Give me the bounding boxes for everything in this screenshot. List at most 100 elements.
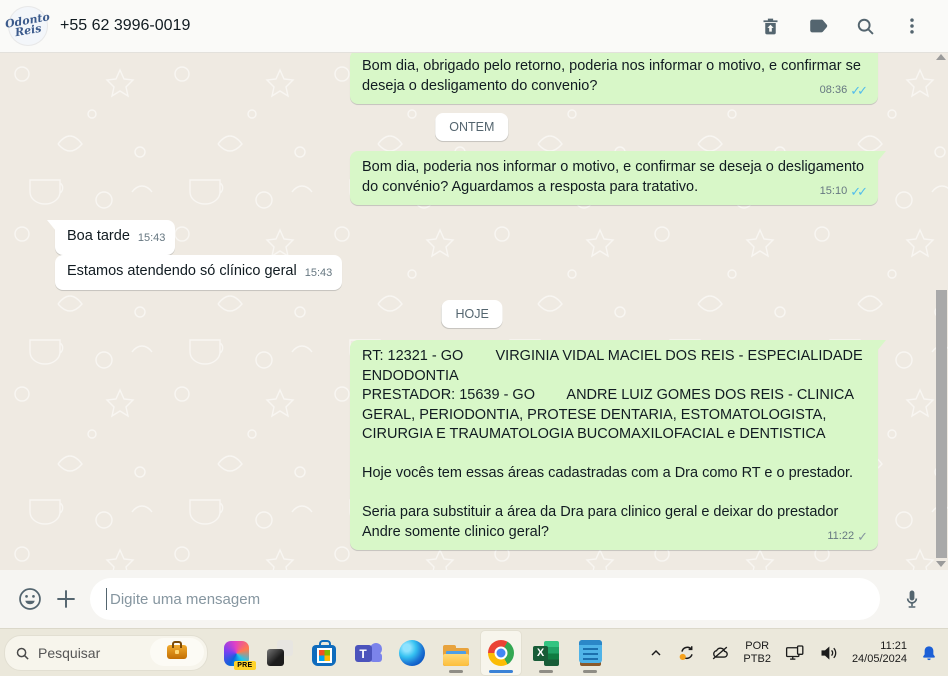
read-double-check-icon: ✓✓ bbox=[850, 82, 868, 98]
message-time: 15:10 bbox=[819, 184, 848, 197]
message-text: Bom dia, obrigado pelo retorno, poderia … bbox=[362, 58, 865, 94]
microphone-icon[interactable] bbox=[894, 581, 930, 617]
notepad-logo bbox=[578, 640, 602, 666]
message-text: Bom dia, poderia nos informar o motivo, … bbox=[362, 159, 869, 195]
message-input[interactable] bbox=[90, 578, 880, 620]
onedrive-offline-icon[interactable] bbox=[710, 643, 730, 663]
sync-pending-icon[interactable] bbox=[677, 643, 697, 663]
language-line2: PTB2 bbox=[743, 653, 771, 665]
language-indicator[interactable]: POR PTB2 bbox=[743, 640, 771, 666]
notification-bell-icon[interactable] bbox=[920, 644, 938, 663]
notepad-binding bbox=[578, 640, 602, 645]
notepad-lines bbox=[582, 648, 598, 660]
text-caret bbox=[106, 588, 107, 610]
task-view-front-square bbox=[267, 649, 284, 666]
excel-logo: X bbox=[533, 640, 559, 666]
tray-date: 24/05/2024 bbox=[851, 653, 907, 665]
message-text: Estamos atendendo só clínico geral bbox=[67, 263, 297, 279]
running-indicator bbox=[449, 670, 463, 673]
header-actions bbox=[760, 15, 948, 37]
message-time: 15:43 bbox=[137, 232, 166, 244]
date-divider-yesterday: ONTEM bbox=[435, 113, 509, 141]
whatsapp-desktop-window: Odonto Reis +55 62 3996-0019 Bom dia, ob… bbox=[0, 0, 948, 676]
message-list: Bom dia, obrigado pelo retorno, poderia … bbox=[0, 52, 948, 570]
read-double-check-icon: ✓✓ bbox=[850, 183, 868, 199]
language-line1: POR bbox=[745, 640, 770, 652]
briefcase-icon bbox=[167, 641, 187, 659]
clock-date[interactable]: 11:21 24/05/2024 bbox=[852, 640, 907, 666]
message-text: RT: 12321 - GO VIRGINIA VIDAL MACIEL DOS… bbox=[362, 348, 863, 540]
folder-logo bbox=[443, 644, 469, 666]
store-bag bbox=[312, 640, 336, 666]
active-running-indicator bbox=[489, 670, 513, 673]
message-time: 11:22 bbox=[827, 529, 855, 542]
message-composer bbox=[0, 570, 948, 629]
message-time: 08:36 bbox=[819, 83, 848, 96]
cast-display-icon[interactable] bbox=[784, 643, 805, 663]
taskbar-apps: PRE T X bbox=[216, 630, 610, 676]
message-row: Boa tarde 15:43 bbox=[55, 220, 175, 255]
scrollbar-up-arrow[interactable] bbox=[936, 54, 946, 60]
teams-logo: T bbox=[354, 640, 382, 666]
message-meta: 15:10 ✓✓ bbox=[820, 182, 868, 202]
emoji-smiley-icon[interactable] bbox=[12, 581, 48, 617]
teams-t-tile: T bbox=[354, 645, 372, 662]
message-time: 15:43 bbox=[304, 267, 333, 279]
notepad-icon[interactable] bbox=[570, 631, 610, 675]
bubble-tail bbox=[47, 220, 56, 231]
scrollbar-down-arrow[interactable] bbox=[936, 561, 946, 567]
folder-front bbox=[443, 653, 469, 666]
attach-plus-icon[interactable] bbox=[48, 581, 84, 617]
scrollbar-thumb[interactable] bbox=[936, 290, 947, 558]
message-text: Boa tarde bbox=[67, 228, 130, 244]
chrome-icon-active[interactable] bbox=[480, 630, 522, 676]
copilot-icon[interactable]: PRE bbox=[216, 631, 256, 675]
search-icon bbox=[16, 647, 29, 660]
running-indicator bbox=[539, 670, 553, 673]
tray-time: 11:21 bbox=[880, 640, 907, 652]
bubble-tail bbox=[877, 340, 886, 351]
speaker-volume-icon[interactable] bbox=[818, 643, 839, 663]
windows-taskbar: Pesquisar PRE T X POR PTB2 11:21 24/05/2… bbox=[0, 628, 948, 676]
search-placeholder: Pesquisar bbox=[38, 645, 101, 661]
avatar-text-line2: Reis bbox=[13, 21, 43, 40]
chrome-logo bbox=[488, 640, 514, 666]
bubble-tail bbox=[877, 151, 886, 162]
message-bubble-outgoing[interactable]: RT: 12321 - GO VIRGINIA VIDAL MACIEL DOS… bbox=[350, 340, 886, 550]
microsoft-logo bbox=[318, 650, 330, 661]
contact-name[interactable]: +55 62 3996-0019 bbox=[60, 17, 190, 35]
message-input-wrap bbox=[90, 578, 880, 620]
date-divider-today: HOJE bbox=[441, 300, 503, 328]
chrome-blue-center bbox=[496, 648, 506, 658]
task-view-icon[interactable] bbox=[260, 631, 300, 675]
copilot-logo: PRE bbox=[223, 640, 256, 670]
archive-trash-icon[interactable] bbox=[760, 16, 781, 37]
chat-header: Odonto Reis +55 62 3996-0019 bbox=[0, 0, 948, 53]
copilot-preview-badge: PRE bbox=[234, 660, 256, 670]
message-bubble-outgoing[interactable]: Bom dia, obrigado pelo retorno, poderia … bbox=[350, 52, 878, 104]
excel-icon[interactable]: X bbox=[526, 631, 566, 675]
tray-chevron-up-icon[interactable] bbox=[648, 645, 664, 661]
kebab-menu-icon[interactable] bbox=[902, 16, 922, 36]
message-bubble-incoming[interactable]: Boa tarde 15:43 bbox=[47, 220, 176, 255]
edge-logo bbox=[399, 640, 425, 666]
running-indicator bbox=[583, 670, 597, 673]
task-view-logo bbox=[267, 640, 293, 666]
label-tag-icon[interactable] bbox=[807, 15, 829, 37]
taskbar-search-box[interactable]: Pesquisar bbox=[4, 635, 208, 671]
excel-x-tile: X bbox=[533, 645, 548, 661]
system-tray: POR PTB2 11:21 24/05/2024 bbox=[648, 640, 948, 666]
sent-single-check-icon: ✓ bbox=[857, 528, 868, 544]
edge-icon[interactable] bbox=[392, 631, 432, 675]
message-meta: 11:22 ✓ bbox=[827, 527, 868, 547]
search-highlight-chip[interactable] bbox=[150, 638, 204, 666]
microsoft-store-icon[interactable] bbox=[304, 631, 344, 675]
message-meta: 08:36 ✓✓ bbox=[820, 81, 868, 101]
message-row: Estamos atendendo só clínico geral 15:43 bbox=[55, 255, 342, 290]
message-bubble-outgoing[interactable]: Bom dia, poderia nos informar o motivo, … bbox=[350, 151, 886, 205]
search-icon[interactable] bbox=[855, 16, 876, 37]
file-explorer-icon[interactable] bbox=[436, 631, 476, 675]
teams-icon[interactable]: T bbox=[348, 631, 388, 675]
message-bubble-incoming[interactable]: Estamos atendendo só clínico geral 15:43 bbox=[55, 255, 343, 290]
contact-avatar[interactable]: Odonto Reis bbox=[5, 6, 51, 46]
